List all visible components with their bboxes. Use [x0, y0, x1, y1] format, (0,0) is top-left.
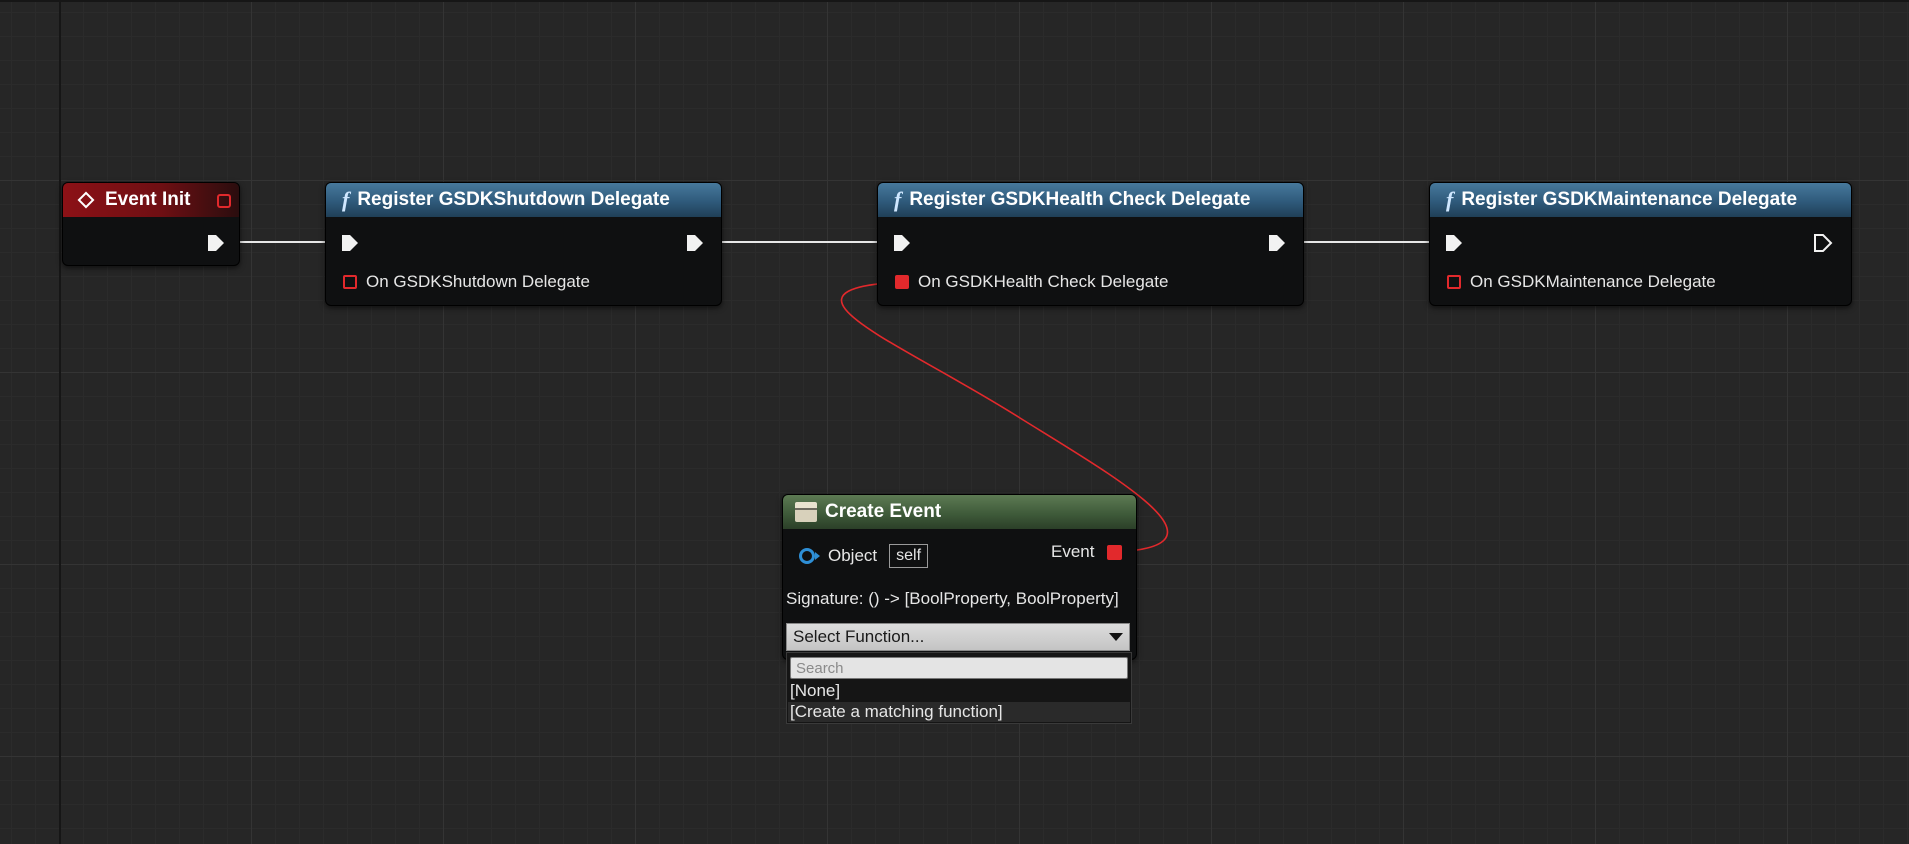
object-input-pin[interactable]: Object self [798, 544, 929, 568]
delegate-input-pin[interactable]: On GSDKMaintenance Delegate [1447, 272, 1716, 292]
exec-out-pin-icon[interactable] [1267, 233, 1287, 253]
menu-item-none[interactable]: [None] [788, 681, 1130, 701]
event-init-title: Event Init [105, 189, 191, 210]
exec-out-pin-icon[interactable] [206, 233, 226, 253]
register-health-title: Register GSDKHealth Check Delegate [909, 189, 1251, 210]
function-menu: [None] [Create a matching function] [786, 652, 1132, 724]
register-maintenance-header[interactable]: f Register GSDKMaintenance Delegate [1430, 183, 1851, 217]
function-icon: f [894, 187, 902, 212]
object-pin-icon [799, 548, 820, 564]
register-health-header[interactable]: f Register GSDKHealth Check Delegate [878, 183, 1303, 217]
register-shutdown-title: Register GSDKShutdown Delegate [357, 189, 670, 210]
register-shutdown-node[interactable]: f Register GSDKShutdown Delegate On GSDK… [325, 182, 722, 306]
select-function-label: Select Function... [793, 627, 925, 646]
delegate-pin-icon [343, 275, 357, 289]
delegate-input-pin[interactable]: On GSDKShutdown Delegate [343, 272, 590, 292]
function-search-input[interactable] [790, 657, 1128, 679]
object-self-value[interactable]: self [889, 544, 929, 568]
event-init-header[interactable]: Event Init [63, 183, 239, 217]
object-pin-label: Object [828, 546, 878, 565]
exec-out-pin-icon[interactable] [685, 233, 705, 253]
event-delegate-pin[interactable] [217, 194, 231, 208]
create-event-icon [795, 502, 817, 522]
chevron-down-icon [1109, 633, 1123, 641]
register-maintenance-title: Register GSDKMaintenance Delegate [1461, 189, 1798, 210]
delegate-pin-label: On GSDKMaintenance Delegate [1470, 272, 1716, 291]
menu-item-create-matching-function[interactable]: [Create a matching function] [788, 702, 1130, 722]
exec-out-pin-icon[interactable] [1813, 233, 1833, 253]
function-icon: f [1446, 187, 1454, 212]
exec-in-pin-icon[interactable] [892, 233, 912, 253]
delegate-pin-label: On GSDKHealth Check Delegate [918, 272, 1169, 291]
signature-text: Signature: () -> [BoolProperty, BoolProp… [786, 589, 1119, 608]
delegate-pin-icon [895, 275, 909, 289]
register-maintenance-node[interactable]: f Register GSDKMaintenance Delegate On G… [1429, 182, 1852, 306]
exec-in-pin-icon[interactable] [1444, 233, 1464, 253]
create-event-header[interactable]: Create Event [783, 495, 1136, 529]
delegate-pin-label: On GSDKShutdown Delegate [366, 272, 590, 291]
event-pin-icon [1107, 544, 1123, 560]
register-health-node[interactable]: f Register GSDKHealth Check Delegate On … [877, 182, 1304, 306]
delegate-pin-icon [1447, 275, 1461, 289]
event-pin-label: Event [1051, 542, 1095, 561]
exec-in-pin-icon[interactable] [340, 233, 360, 253]
event-diamond-icon [77, 191, 95, 209]
register-shutdown-header[interactable]: f Register GSDKShutdown Delegate [326, 183, 721, 217]
event-output-pin[interactable]: Event [1051, 542, 1131, 562]
delegate-input-pin[interactable]: On GSDKHealth Check Delegate [895, 272, 1168, 292]
function-icon: f [342, 187, 350, 212]
create-event-title: Create Event [825, 501, 942, 522]
event-init-node[interactable]: Event Init [62, 182, 240, 266]
select-function-dropdown[interactable]: Select Function... [786, 623, 1130, 651]
